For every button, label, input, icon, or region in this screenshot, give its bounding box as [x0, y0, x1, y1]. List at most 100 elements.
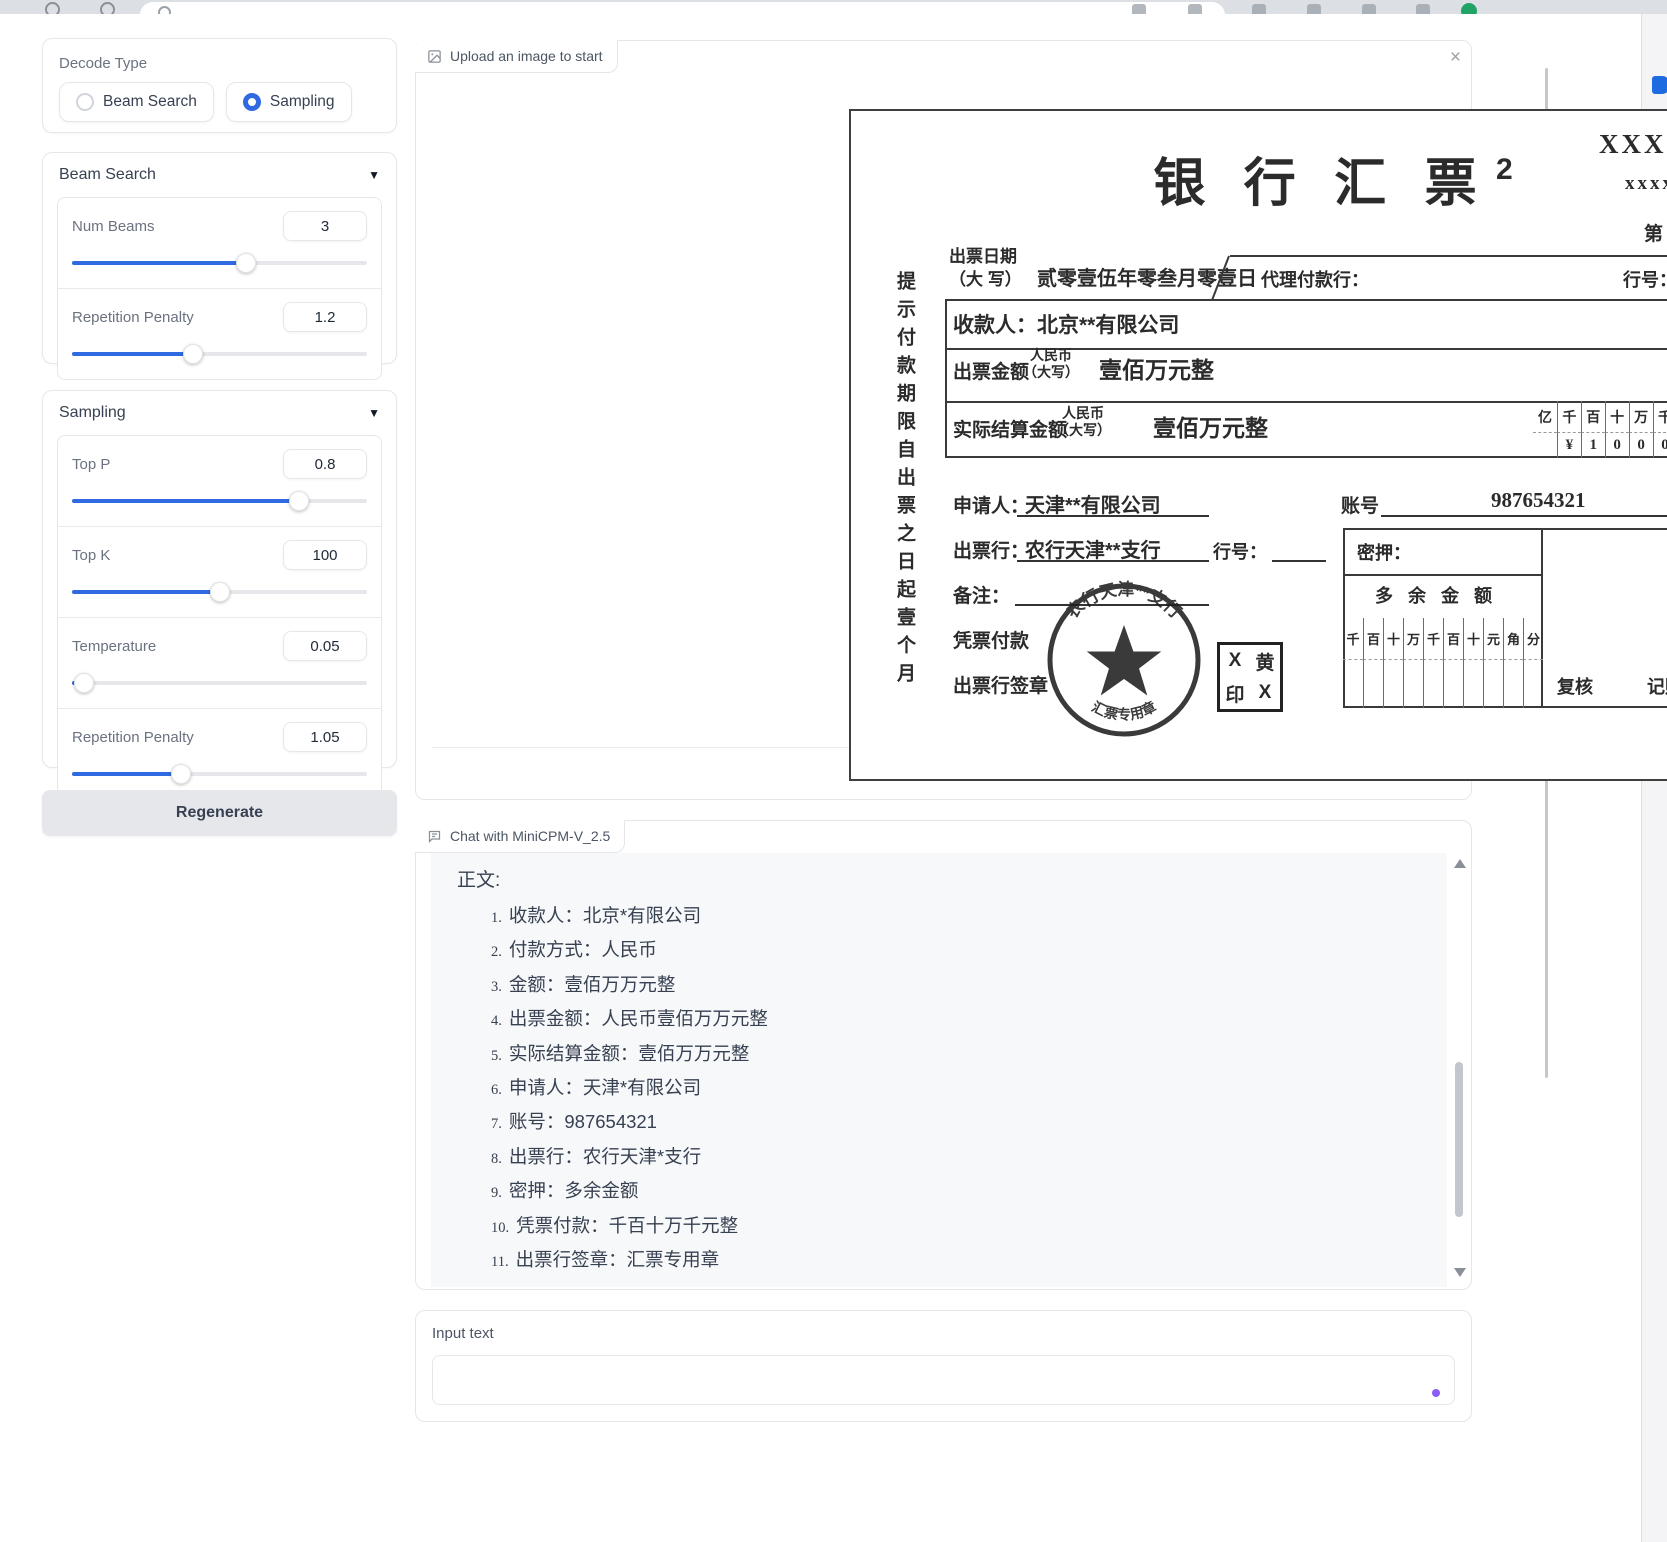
svg-text:汇票专用章: 汇票专用章	[1089, 698, 1158, 722]
slider-thumb[interactable]	[236, 253, 256, 273]
param-row: Temperature 0.05	[58, 617, 381, 708]
scroll-up-icon[interactable]	[1454, 859, 1466, 868]
input-textbox[interactable]	[432, 1355, 1455, 1405]
radio-option-sampling[interactable]: Sampling	[226, 82, 352, 122]
sampling-accordion: Sampling ▼ Top P0.8Top K100Temperature0.…	[42, 390, 397, 768]
image-panel-tab-label: Upload an image to start	[450, 48, 603, 64]
beam-search-title: Beam Search	[59, 166, 156, 184]
param-value-input[interactable]: 0.05	[283, 631, 367, 661]
slider-fill	[72, 352, 193, 356]
draft-book-label: 记账	[1647, 673, 1667, 699]
grid-value-cell	[1483, 660, 1503, 708]
yellow-seal-stamp: X黄印X	[1217, 642, 1283, 712]
draft-agent-bank-no-label: 行号：	[1623, 266, 1667, 292]
settings-icon[interactable]	[1252, 4, 1266, 14]
slider-track[interactable]	[72, 681, 367, 685]
grid-header-cell: 千	[1557, 401, 1581, 433]
chat-list-item: 10.凭票付款：千百十万千元整	[491, 1210, 1447, 1244]
param-slider[interactable]	[72, 582, 367, 602]
param-value-input[interactable]: 1.05	[283, 722, 367, 752]
grid-value-cell	[1533, 433, 1557, 458]
slider-fill	[72, 772, 181, 776]
regenerate-button[interactable]: Regenerate	[42, 790, 397, 836]
param-value-input[interactable]: 100	[283, 540, 367, 570]
slider-thumb[interactable]	[183, 344, 203, 364]
param-slider[interactable]	[72, 344, 367, 364]
grid-value-cell: 0	[1629, 433, 1653, 458]
scroll-down-icon[interactable]	[1454, 1268, 1466, 1277]
draft-left-clause: 提示付款期限自出票之日起壹个月	[891, 271, 918, 711]
grid-header-cell: 角	[1503, 618, 1523, 660]
chat-item-number: 9.	[491, 1185, 502, 1201]
app-page: Decode Type Beam SearchSampling Beam Sea…	[0, 0, 1667, 1542]
chat-scrollbar[interactable]	[1452, 857, 1466, 1279]
slider-fill	[72, 261, 246, 265]
grid-value-cell	[1363, 660, 1383, 708]
grid-header-cell: 十	[1463, 618, 1483, 660]
sampling-accordion-header[interactable]: Sampling ▼	[43, 391, 396, 433]
grid-value-cell	[1503, 660, 1523, 708]
draft-account-label: 账号	[1341, 491, 1379, 518]
grid-header-cell: 百	[1363, 618, 1383, 660]
grid-header-cell: 千	[1653, 401, 1667, 433]
slider-thumb[interactable]	[210, 582, 230, 602]
param-label: Num Beams	[72, 218, 155, 235]
slider-fill	[72, 499, 299, 503]
chat-list-item: 5.实际结算金额：壹佰万万元整	[491, 1038, 1447, 1072]
split-screen-icon[interactable]	[1307, 4, 1321, 14]
input-panel: Input text	[415, 1310, 1472, 1422]
chat-item-text: 出票行签章：汇票专用章	[516, 1249, 720, 1270]
profile-avatar-icon[interactable]	[1461, 3, 1477, 14]
stamp-char: 印	[1220, 677, 1250, 709]
extension-icon[interactable]	[1188, 4, 1202, 14]
sampling-title: Sampling	[59, 404, 126, 422]
chat-bubble-icon	[427, 829, 442, 844]
close-image-button[interactable]: ×	[1450, 47, 1461, 69]
grid-header-cell: 百	[1581, 401, 1605, 433]
param-value-input[interactable]: 3	[283, 211, 367, 241]
draft-title-superscript: 2	[1496, 153, 1513, 187]
grid-header-cell: 亿	[1533, 401, 1557, 433]
slider-thumb[interactable]	[289, 491, 309, 511]
address-bar[interactable]	[140, 2, 1225, 14]
chat-list: 1.收款人：北京*有限公司2.付款方式：人民币3.金额：壹佰万万元整4.出票金额…	[491, 900, 1447, 1278]
browser-back-icon[interactable]	[1652, 76, 1667, 94]
history-icon[interactable]	[45, 2, 60, 14]
param-row: Num Beams 3	[58, 198, 381, 288]
decode-type-card: Decode Type Beam SearchSampling	[42, 38, 397, 133]
stamp-char: X	[1250, 677, 1280, 709]
sampling-params: Top P0.8Top K100Temperature0.05Repetitio…	[57, 435, 382, 800]
grid-header-cell: 万	[1629, 401, 1653, 433]
radio-icon	[76, 93, 94, 111]
chat-item-number: 5.	[491, 1048, 502, 1064]
param-label: Temperature	[72, 638, 156, 655]
param-value-input[interactable]: 0.8	[283, 449, 367, 479]
param-slider[interactable]	[72, 253, 367, 273]
slider-thumb[interactable]	[74, 673, 94, 693]
grid-value-cell	[1423, 660, 1443, 708]
param-label: Top P	[72, 456, 110, 473]
draft-serial-1: XXXXXXXX	[1599, 129, 1667, 160]
chat-item-number: 6.	[491, 1082, 502, 1098]
chat-item-number: 1.	[491, 910, 502, 926]
chat-output[interactable]: 正文: 1.收款人：北京*有限公司2.付款方式：人民币3.金额：壹佰万万元整4.…	[431, 853, 1447, 1287]
capture-icon[interactable]	[1416, 4, 1430, 14]
tab-grid-icon[interactable]	[100, 2, 115, 14]
param-slider[interactable]	[72, 764, 367, 784]
favorites-icon[interactable]	[1132, 4, 1146, 14]
grid-value-cell: 0	[1605, 433, 1629, 458]
param-slider[interactable]	[72, 673, 367, 693]
draft-pay-on-sight: 凭票付款	[953, 626, 1029, 653]
param-slider[interactable]	[72, 491, 367, 511]
slider-thumb[interactable]	[171, 764, 191, 784]
param-value-input[interactable]: 1.2	[283, 302, 367, 332]
scrollbar-thumb[interactable]	[1455, 1062, 1463, 1217]
grid-header-cell: 万	[1403, 618, 1423, 660]
draft-title: 银 行 汇 票	[1111, 141, 1531, 216]
edit-icon[interactable]	[1362, 4, 1376, 14]
grid-header-cell: 十	[1383, 618, 1403, 660]
radio-option-beam-search[interactable]: Beam Search	[59, 82, 214, 122]
tab-favicon	[158, 6, 171, 14]
chat-panel-tab-label: Chat with MiniCPM-V_2.5	[450, 828, 610, 844]
beam-search-accordion-header[interactable]: Beam Search ▼	[43, 153, 396, 195]
